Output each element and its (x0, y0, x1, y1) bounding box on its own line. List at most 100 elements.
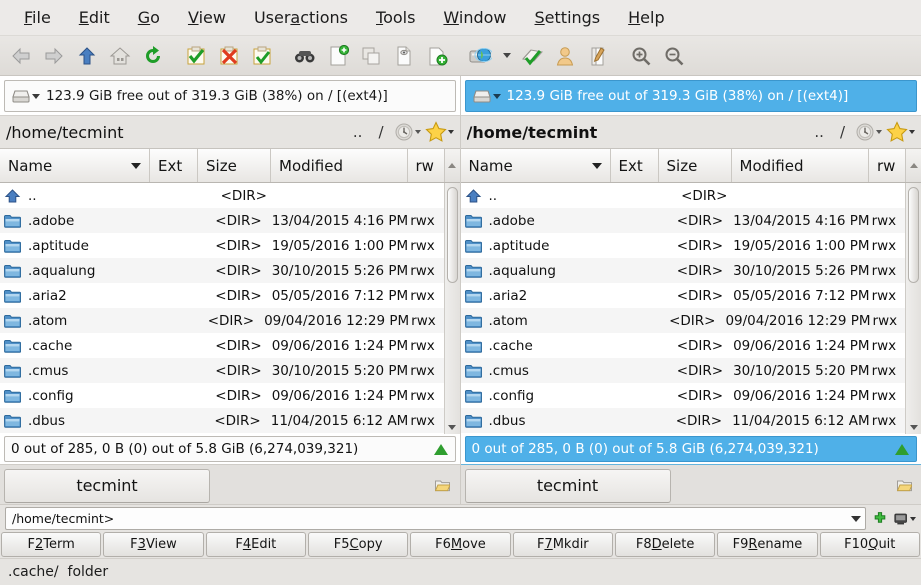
fkey-f3-view[interactable]: F3 View (103, 532, 203, 557)
table-row[interactable]: .atom<DIR>09/04/2016 12:29 PMrwx (0, 308, 444, 333)
view-file-icon[interactable] (389, 41, 419, 71)
green-plus-icon[interactable] (871, 511, 889, 527)
path-button-root[interactable]: / (834, 123, 851, 141)
zoom-in-icon[interactable] (626, 41, 656, 71)
search-icon[interactable] (290, 41, 320, 71)
bookmark-star-icon[interactable] (886, 121, 915, 143)
fkey-f6-move[interactable]: F6 Move (410, 532, 510, 557)
mark-all-icon[interactable] (181, 41, 211, 71)
tab-tecmint[interactable]: tecmint (4, 469, 210, 503)
table-row[interactable]: .aptitude<DIR>19/05/2016 1:00 PMrwx (461, 233, 906, 258)
copy-file-icon[interactable] (356, 41, 386, 71)
zoom-out-icon[interactable] (659, 41, 689, 71)
drive-selector-right[interactable]: 123.9 GiB free out of 319.3 GiB (38%) on… (465, 80, 918, 112)
network-drive-icon[interactable] (465, 41, 495, 71)
table-row[interactable]: .cmus<DIR>30/10/2015 5:20 PMrwx (0, 358, 444, 383)
fkey-f8-delete[interactable]: F8 Delete (615, 532, 715, 557)
user-icon[interactable] (550, 41, 580, 71)
scroll-down-arrow[interactable] (448, 425, 456, 430)
new-folder-icon[interactable] (422, 41, 452, 71)
fkey-f10-quit[interactable]: F10 Quit (820, 532, 920, 557)
menu-item-settings[interactable]: Settings (521, 4, 615, 31)
table-row[interactable]: .aqualung<DIR>30/10/2015 5:26 PMrwx (0, 258, 444, 283)
path-button-root[interactable]: / (372, 123, 389, 141)
verify-checksum-icon[interactable] (517, 41, 547, 71)
vertical-scrollbar-left[interactable] (444, 183, 460, 434)
open-folder-icon[interactable] (432, 479, 454, 492)
menu-item-file[interactable]: File (10, 4, 65, 31)
forward-arrow-icon[interactable] (39, 41, 69, 71)
fkey-f4-edit[interactable]: F4 Edit (206, 532, 306, 557)
file-panel-left[interactable]: 123.9 GiB free out of 319.3 GiB (38%) on… (0, 76, 461, 504)
up-arrow-icon[interactable] (72, 41, 102, 71)
fkey-f9-rename[interactable]: F9 Rename (717, 532, 817, 557)
path-button-parent[interactable]: .. (808, 123, 830, 141)
menu-item-help[interactable]: Help (614, 4, 678, 31)
menu-item-useractions[interactable]: Useractions (240, 4, 362, 31)
fkey-f2-term[interactable]: F2 Term (1, 532, 101, 557)
table-row[interactable]: .dbus<DIR>11/04/2015 6:12 AMrwx (0, 408, 444, 433)
scroll-up-arrow[interactable] (444, 149, 460, 182)
table-row[interactable]: .aptitude<DIR>19/05/2016 1:00 PMrwx (0, 233, 444, 258)
table-row[interactable]: ..<DIR> (0, 183, 444, 208)
table-row[interactable]: ..<DIR> (461, 183, 906, 208)
invert-selection-icon[interactable] (247, 41, 277, 71)
scroll-down-arrow[interactable] (910, 425, 918, 430)
menu-item-view[interactable]: View (174, 4, 240, 31)
history-clock-icon[interactable] (855, 122, 882, 142)
table-row[interactable]: .cmus<DIR>30/10/2015 5:20 PMrwx (461, 358, 906, 383)
path-button-parent[interactable]: .. (347, 123, 369, 141)
table-row[interactable]: .atom<DIR>09/04/2016 12:29 PMrwx (461, 308, 906, 333)
table-row[interactable]: .adobe<DIR>13/04/2015 4:16 PMrwx (0, 208, 444, 233)
table-row[interactable]: .cache<DIR>09/06/2016 1:24 PMrwx (0, 333, 444, 358)
column-header-size[interactable]: Size (198, 149, 271, 182)
command-input[interactable]: /home/tecmint> (5, 507, 866, 530)
fkey-f5-copy[interactable]: F5 Copy (308, 532, 408, 557)
scrollbar-thumb[interactable] (908, 187, 919, 283)
file-list-left[interactable]: ..<DIR>.adobe<DIR>13/04/2015 4:16 PMrwx.… (0, 183, 444, 434)
column-header-rw[interactable]: rw (408, 149, 444, 182)
back-arrow-icon[interactable] (6, 41, 36, 71)
current-path-left[interactable]: /home/tecmint (6, 123, 343, 142)
tab-tecmint[interactable]: tecmint (465, 469, 671, 503)
file-panel-right[interactable]: 123.9 GiB free out of 319.3 GiB (38%) on… (461, 76, 921, 504)
new-file-icon[interactable] (323, 41, 353, 71)
fkey-f7-mkdir[interactable]: F7 Mkdir (513, 532, 613, 557)
column-header-name[interactable]: Name (461, 149, 611, 182)
column-header-size[interactable]: Size (659, 149, 732, 182)
table-row[interactable]: .config<DIR>09/06/2016 1:24 PMrwx (0, 383, 444, 408)
home-icon[interactable] (105, 41, 135, 71)
open-folder-icon[interactable] (893, 479, 915, 492)
menu-item-edit[interactable]: Edit (65, 4, 124, 31)
table-row[interactable]: .cache<DIR>09/06/2016 1:24 PMrwx (461, 333, 906, 358)
refresh-icon[interactable] (138, 41, 168, 71)
table-row[interactable]: .aria2<DIR>05/05/2016 7:12 PMrwx (461, 283, 906, 308)
column-header-modified[interactable]: Modified (271, 149, 408, 182)
current-path-right[interactable]: /home/tecmint (467, 123, 805, 142)
menu-item-window[interactable]: Window (429, 4, 520, 31)
column-header-name[interactable]: Name (0, 149, 150, 182)
drive-selector-left[interactable]: 123.9 GiB free out of 319.3 GiB (38%) on… (4, 80, 456, 112)
dropdown-caret-icon[interactable] (498, 41, 514, 71)
column-header-ext[interactable]: Ext (150, 149, 198, 182)
menu-item-tools[interactable]: Tools (362, 4, 429, 31)
table-row[interactable]: .dbus<DIR>11/04/2015 6:12 AMrwx (461, 408, 906, 433)
scroll-up-arrow[interactable] (905, 149, 921, 182)
unmark-all-icon[interactable] (214, 41, 244, 71)
bookmark-star-icon[interactable] (425, 121, 454, 143)
menu-item-go[interactable]: Go (124, 4, 174, 31)
vertical-scrollbar-right[interactable] (905, 183, 921, 434)
edit-notes-icon[interactable] (583, 41, 613, 71)
terminal-icon[interactable] (894, 511, 916, 527)
history-clock-icon[interactable] (394, 122, 421, 142)
table-row[interactable]: .adobe<DIR>13/04/2015 4:16 PMrwx (461, 208, 906, 233)
file-list-right[interactable]: ..<DIR>.adobe<DIR>13/04/2015 4:16 PMrwx.… (461, 183, 906, 434)
column-header-modified[interactable]: Modified (732, 149, 870, 182)
column-header-ext[interactable]: Ext (611, 149, 659, 182)
scrollbar-thumb[interactable] (447, 187, 458, 283)
table-row[interactable]: .aqualung<DIR>30/10/2015 5:26 PMrwx (461, 258, 906, 283)
table-row[interactable]: .config<DIR>09/06/2016 1:24 PMrwx (461, 383, 906, 408)
chevron-down-icon[interactable] (851, 516, 861, 522)
table-row[interactable]: .aria2<DIR>05/05/2016 7:12 PMrwx (0, 283, 444, 308)
column-header-rw[interactable]: rw (869, 149, 905, 182)
